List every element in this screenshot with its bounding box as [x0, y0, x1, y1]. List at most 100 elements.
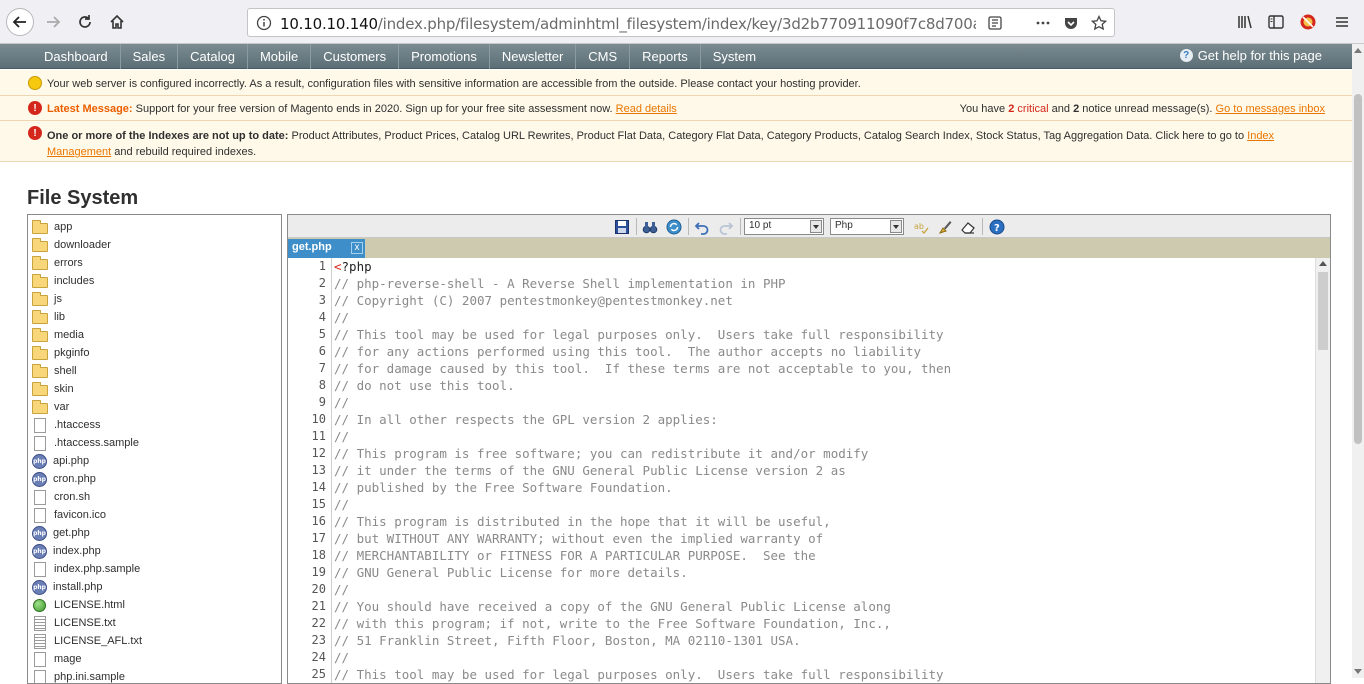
- file-item[interactable]: LICENSE_AFL.txt: [32, 632, 142, 650]
- messages-inbox-link[interactable]: Go to messages inbox: [1216, 103, 1325, 115]
- home-button[interactable]: [103, 8, 131, 36]
- nav-item-catalog[interactable]: Catalog: [178, 44, 248, 69]
- redo-button[interactable]: [717, 218, 735, 236]
- file-item[interactable]: .htaccess.sample: [32, 434, 139, 452]
- nav-item-customers[interactable]: Customers: [311, 44, 399, 69]
- folder-item[interactable]: skin: [32, 380, 74, 398]
- folder-item[interactable]: downloader: [32, 236, 111, 254]
- nav-item-promotions[interactable]: Promotions: [399, 44, 490, 69]
- scroll-up-arrow[interactable]: [1354, 48, 1362, 53]
- highlight-button[interactable]: [936, 218, 954, 236]
- nav-item-dashboard[interactable]: Dashboard: [30, 44, 121, 69]
- code-line[interactable]: // php-reverse-shell - A Reverse Shell i…: [334, 276, 786, 291]
- file-item[interactable]: .htaccess: [32, 416, 100, 434]
- tab-get-php[interactable]: get.php x: [288, 239, 365, 258]
- folder-item[interactable]: shell: [32, 362, 77, 380]
- editor-body[interactable]: 1234567891011121314151617181920212223242…: [288, 258, 1330, 684]
- nav-item-sales[interactable]: Sales: [121, 44, 179, 69]
- editor-scrollbar[interactable]: [1315, 258, 1330, 684]
- code-line[interactable]: // You should have received a copy of th…: [334, 599, 891, 614]
- go-to-line-button[interactable]: [665, 218, 683, 236]
- folder-item[interactable]: includes: [32, 272, 94, 290]
- back-button[interactable]: [6, 8, 34, 36]
- menu-button[interactable]: [1332, 12, 1352, 32]
- nav-item-cms[interactable]: CMS: [576, 44, 630, 69]
- code-area[interactable]: <?php // php-reverse-shell - A Reverse Sh…: [334, 258, 1314, 684]
- code-line[interactable]: //: [334, 310, 349, 325]
- syntax-select[interactable]: Php: [830, 218, 904, 235]
- code-line[interactable]: // GNU General Public License for more d…: [334, 565, 688, 580]
- nav-item-system[interactable]: System: [701, 44, 768, 69]
- code-line[interactable]: // published by the Free Software Founda…: [334, 480, 673, 495]
- code-line[interactable]: //: [334, 429, 349, 444]
- url-text[interactable]: 10.10.10.140/index.php/filesystem/adminh…: [280, 15, 1043, 33]
- url-bar[interactable]: 10.10.10.140/index.php/filesystem/adminh…: [247, 8, 1115, 37]
- code-line[interactable]: // Copyright (C) 2007 pentestmonkey@pent…: [334, 293, 733, 308]
- code-line[interactable]: <?php: [334, 259, 372, 274]
- file-item[interactable]: phpget.php: [32, 524, 90, 542]
- file-item[interactable]: php.ini.sample: [32, 668, 125, 684]
- nav-item-reports[interactable]: Reports: [630, 44, 701, 69]
- folder-item[interactable]: app: [32, 218, 72, 236]
- code-line[interactable]: // In all other respects the GPL version…: [334, 412, 718, 427]
- code-line[interactable]: // 51 Franklin Street, Fifth Floor, Bost…: [334, 633, 801, 648]
- library-button[interactable]: [1235, 12, 1255, 32]
- help-link[interactable]: ? Get help for this page: [1180, 48, 1322, 63]
- file-item[interactable]: favicon.ico: [32, 506, 106, 524]
- code-line[interactable]: // for damage caused by this tool. If th…: [334, 361, 951, 376]
- bookmark-star-button[interactable]: [1088, 12, 1110, 34]
- file-item[interactable]: index.php.sample: [32, 560, 140, 578]
- font-size-select[interactable]: 10 pt: [744, 218, 824, 235]
- info-icon[interactable]: [256, 15, 272, 31]
- code-line[interactable]: // with this program; if not, write to t…: [334, 616, 891, 631]
- scroll-up-arrow[interactable]: [1319, 261, 1327, 266]
- nav-item-newsletter[interactable]: Newsletter: [490, 44, 576, 69]
- file-item[interactable]: cron.sh: [32, 488, 90, 506]
- code-line[interactable]: // This tool may be used for legal purpo…: [334, 667, 944, 682]
- code-line[interactable]: //: [334, 497, 349, 512]
- extension-button[interactable]: [1298, 12, 1318, 32]
- page-scrollbar[interactable]: [1352, 44, 1364, 678]
- file-item[interactable]: phpapi.php: [32, 452, 89, 470]
- folder-item[interactable]: lib: [32, 308, 65, 326]
- code-line[interactable]: // MERCHANTABILITY or FITNESS FOR A PART…: [334, 548, 816, 563]
- reload-button[interactable]: [71, 8, 99, 36]
- search-button[interactable]: [641, 218, 659, 236]
- sidebar-button[interactable]: [1266, 12, 1286, 32]
- spellcheck-button[interactable]: ab: [912, 218, 930, 236]
- read-details-link[interactable]: Read details: [616, 103, 677, 115]
- code-line[interactable]: // This tool may be used for legal purpo…: [334, 327, 944, 342]
- nav-item-mobile[interactable]: Mobile: [248, 44, 311, 69]
- editor-help-button[interactable]: ?: [988, 218, 1006, 236]
- code-line[interactable]: // This program is free software; you ca…: [334, 446, 868, 461]
- reader-view-button[interactable]: [984, 12, 1006, 34]
- file-item[interactable]: phpinstall.php: [32, 578, 103, 596]
- folder-item[interactable]: var: [32, 398, 69, 416]
- undo-button[interactable]: [693, 218, 711, 236]
- page-actions-button[interactable]: [1032, 12, 1054, 34]
- file-item[interactable]: phpcron.php: [32, 470, 96, 488]
- pocket-button[interactable]: [1060, 12, 1082, 34]
- scroll-thumb[interactable]: [1318, 272, 1328, 350]
- reset-button[interactable]: [959, 218, 977, 236]
- save-button[interactable]: [613, 218, 631, 236]
- file-item[interactable]: mage: [32, 650, 82, 668]
- file-item[interactable]: LICENSE.html: [32, 596, 125, 614]
- code-line[interactable]: //: [334, 582, 349, 597]
- file-item[interactable]: phpindex.php: [32, 542, 101, 560]
- tab-close-button[interactable]: x: [351, 242, 363, 254]
- code-line[interactable]: //: [334, 395, 349, 410]
- folder-item[interactable]: pkginfo: [32, 344, 89, 362]
- folder-item[interactable]: js: [32, 290, 62, 308]
- forward-button[interactable]: [39, 8, 67, 36]
- file-item[interactable]: LICENSE.txt: [32, 614, 116, 632]
- code-line[interactable]: // for any actions performed using this …: [334, 344, 921, 359]
- folder-item[interactable]: media: [32, 326, 84, 344]
- code-line[interactable]: // it under the terms of the GNU General…: [334, 463, 846, 478]
- scroll-down-arrow[interactable]: [1354, 669, 1362, 674]
- code-line[interactable]: // but WITHOUT ANY WARRANTY; without eve…: [334, 531, 823, 546]
- code-line[interactable]: // This program is distributed in the ho…: [334, 514, 831, 529]
- scroll-thumb[interactable]: [1354, 94, 1362, 444]
- code-line[interactable]: // do not use this tool.: [334, 378, 515, 393]
- code-line[interactable]: //: [334, 650, 349, 665]
